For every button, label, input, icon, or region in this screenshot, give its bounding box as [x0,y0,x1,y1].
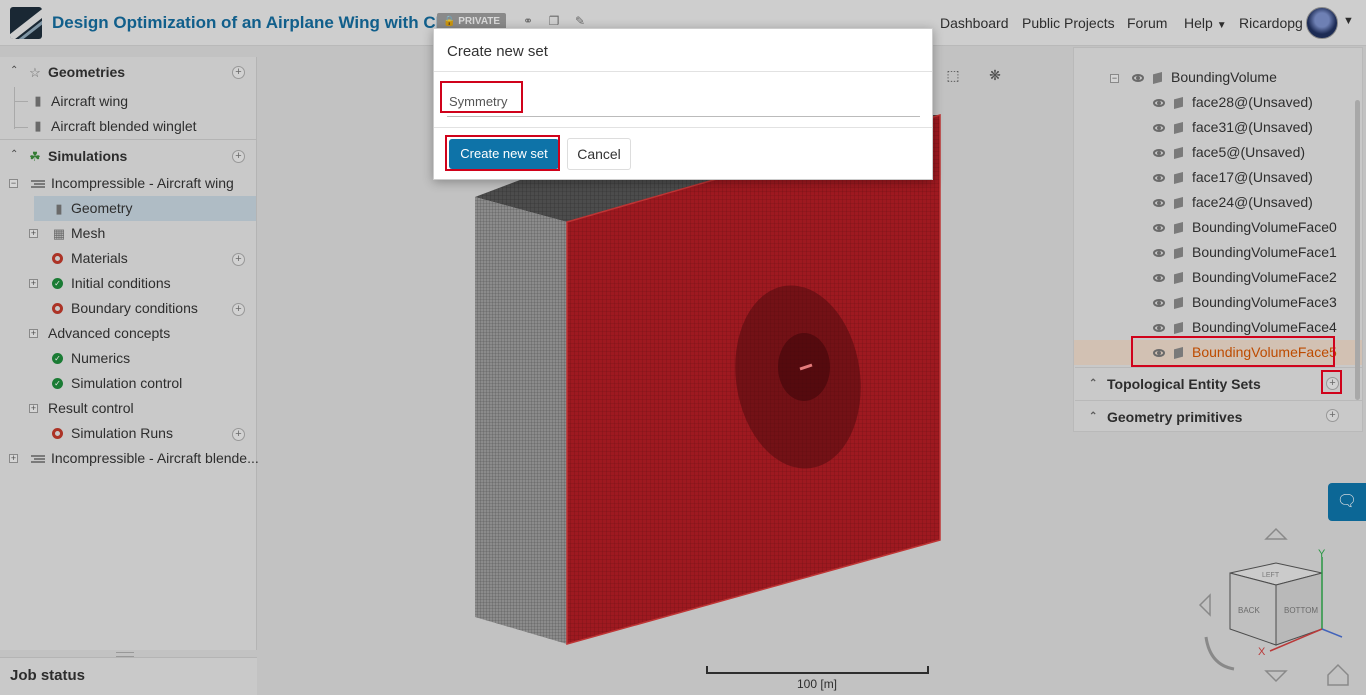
dialog-divider [434,71,932,72]
annotation-highlight-add-set [1321,370,1342,394]
annotation-highlight-create-button [445,135,560,171]
annotation-highlight-input [440,81,523,113]
dialog-divider [434,127,932,128]
annotation-highlight-face5 [1131,336,1335,367]
cancel-button[interactable]: Cancel [567,138,631,170]
dialog-title: Create new set [447,43,548,60]
